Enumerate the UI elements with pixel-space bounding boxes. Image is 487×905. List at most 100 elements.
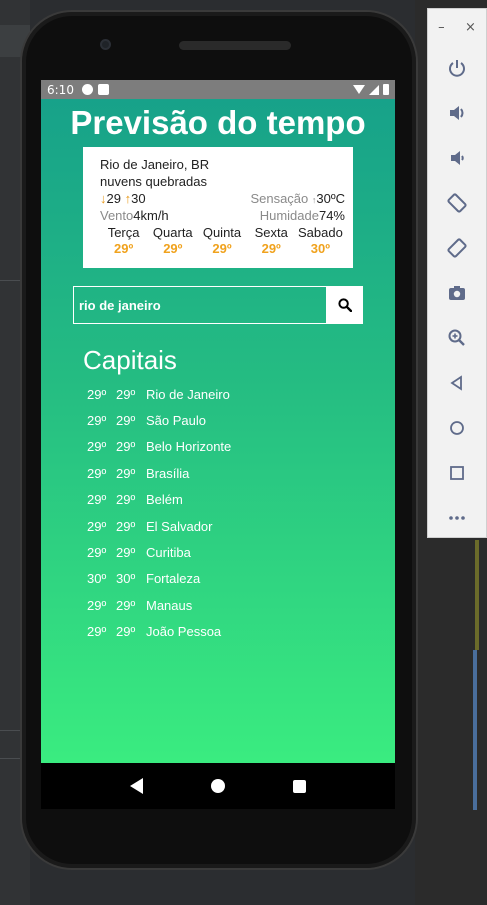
search-icon bbox=[337, 298, 352, 312]
wind-label: Vento bbox=[100, 208, 134, 223]
city-name: Rio de Janeiro, BR bbox=[100, 157, 210, 172]
list-item[interactable]: 29º 29º Curitiba bbox=[87, 539, 367, 565]
volume-down-icon bbox=[451, 150, 464, 165]
rotate-left-button[interactable] bbox=[428, 180, 486, 225]
forecast-days: Terça 29º Quarta 29º Quinta 29º Sexta 29… bbox=[99, 225, 345, 256]
app-screen: 6:10 Previsão do tempo Rio de Janeiro, B… bbox=[41, 80, 395, 763]
emulator-panel: – × bbox=[427, 8, 487, 538]
city-max: 29º bbox=[116, 518, 136, 534]
emulator-window-controls: – × bbox=[428, 9, 486, 45]
city-label: El Salvador bbox=[146, 518, 213, 534]
rotate-right-button[interactable] bbox=[428, 225, 486, 270]
city-label: Belo Horizonte bbox=[146, 439, 232, 455]
list-item[interactable]: 29º 29º João Pessoa bbox=[87, 619, 367, 645]
weather-card: Rio de Janeiro, BR nuvens quebradas ↓29 … bbox=[83, 147, 353, 268]
camera-icon bbox=[449, 285, 465, 300]
city-label: Belém bbox=[146, 492, 183, 508]
screenshot-button[interactable] bbox=[428, 270, 486, 315]
list-item[interactable]: 29º 29º Brasília bbox=[87, 460, 367, 486]
front-camera bbox=[100, 39, 111, 50]
city-max: 29º bbox=[116, 492, 136, 508]
list-item[interactable]: 30º 30º Fortaleza bbox=[87, 566, 367, 592]
list-item[interactable]: 29º 29º São Paulo bbox=[87, 407, 367, 433]
forecast-day: Terça 29º bbox=[99, 225, 148, 256]
city-label: São Paulo bbox=[146, 413, 206, 429]
humidity-value: 74% bbox=[318, 208, 345, 223]
nav-overview-icon[interactable] bbox=[293, 779, 306, 793]
close-button[interactable]: × bbox=[465, 20, 476, 35]
city-max: 30º bbox=[116, 571, 136, 587]
forecast-day-temp: 29º bbox=[163, 241, 183, 256]
nav-back-icon[interactable] bbox=[130, 778, 143, 794]
volume-down-button[interactable] bbox=[428, 135, 486, 180]
city-min: 29º bbox=[87, 492, 107, 508]
forecast-day: Quinta 29º bbox=[197, 225, 246, 256]
volume-up-icon bbox=[450, 105, 464, 120]
android-nav-bar bbox=[41, 763, 395, 809]
city-max: 29º bbox=[116, 597, 136, 613]
feels-value: 30ºC bbox=[316, 191, 345, 206]
temp-min: 29 bbox=[106, 191, 121, 206]
city-label: João Pessoa bbox=[146, 624, 222, 640]
list-item[interactable]: 29º 29º Manaus bbox=[87, 592, 367, 618]
city-min: 30º bbox=[87, 571, 107, 587]
power-icon bbox=[449, 59, 465, 77]
forecast-day-temp: 29º bbox=[113, 241, 134, 256]
city-label: Curitiba bbox=[146, 545, 191, 561]
city-label: Fortaleza bbox=[146, 571, 201, 587]
city-label: Manaus bbox=[146, 597, 193, 613]
wifi-icon bbox=[353, 85, 365, 94]
forecast-day-name: Terça bbox=[107, 225, 140, 240]
city-label: Brasília bbox=[146, 465, 190, 481]
page-title: Previsão do tempo bbox=[70, 104, 366, 141]
city-min: 29º bbox=[87, 545, 107, 561]
more-icon bbox=[449, 515, 465, 520]
city-max: 29º bbox=[116, 465, 136, 481]
emu-back-button[interactable] bbox=[428, 360, 486, 405]
city-min: 29º bbox=[87, 624, 107, 640]
forecast-day: Sabado 30º bbox=[296, 225, 345, 256]
home-icon bbox=[450, 420, 464, 435]
ide-scroll-marker bbox=[473, 650, 477, 810]
weather-description: nuvens quebradas bbox=[100, 174, 207, 189]
city-min: 29º bbox=[87, 439, 107, 455]
emu-overview-button[interactable] bbox=[428, 450, 486, 495]
forecast-day-temp: 30º bbox=[310, 241, 331, 256]
minimize-button[interactable]: – bbox=[438, 20, 445, 35]
notification-icon bbox=[81, 84, 93, 95]
back-icon bbox=[450, 374, 462, 391]
emu-home-button[interactable] bbox=[428, 405, 486, 450]
temp-max: 30 bbox=[131, 191, 146, 206]
battery-icon bbox=[383, 84, 389, 95]
zoom-button[interactable] bbox=[428, 315, 486, 360]
volume-up-button[interactable] bbox=[428, 90, 486, 135]
feels-label: Sensação bbox=[250, 191, 309, 206]
city-min: 29º bbox=[87, 413, 107, 429]
earpiece-speaker bbox=[179, 41, 291, 50]
search-button[interactable] bbox=[326, 286, 363, 324]
overview-icon bbox=[450, 465, 464, 480]
list-item[interactable]: 29º 29º El Salvador bbox=[87, 513, 367, 539]
list-item[interactable]: 29º 29º Rio de Janeiro bbox=[87, 381, 367, 407]
forecast-day: Sexta 29º bbox=[247, 225, 296, 256]
city-min: 29º bbox=[87, 597, 107, 613]
nav-home-icon[interactable] bbox=[211, 779, 225, 793]
wind-value: 4km/h bbox=[133, 208, 169, 223]
status-bar: 6:10 bbox=[41, 80, 395, 99]
city-max: 29º bbox=[116, 545, 136, 561]
city-max: 29º bbox=[116, 413, 136, 429]
emu-more-button[interactable] bbox=[428, 495, 486, 540]
city-min: 29º bbox=[87, 465, 107, 481]
rotate-right-icon bbox=[447, 237, 467, 258]
power-button[interactable] bbox=[428, 45, 486, 90]
city-max: 29º bbox=[116, 439, 136, 455]
forecast-day-temp: 29º bbox=[212, 241, 232, 256]
humidity-label: Humidade bbox=[259, 208, 319, 223]
zoom-icon bbox=[448, 329, 465, 346]
search-input[interactable] bbox=[73, 286, 326, 324]
list-item[interactable]: 29º 29º Belo Horizonte bbox=[87, 434, 367, 460]
forecast-day-name: Quinta bbox=[202, 225, 242, 240]
list-item[interactable]: 29º 29º Belém bbox=[87, 487, 367, 513]
forecast-day-name: Sabado bbox=[298, 225, 343, 240]
forecast-day-name: Quarta bbox=[152, 225, 193, 240]
